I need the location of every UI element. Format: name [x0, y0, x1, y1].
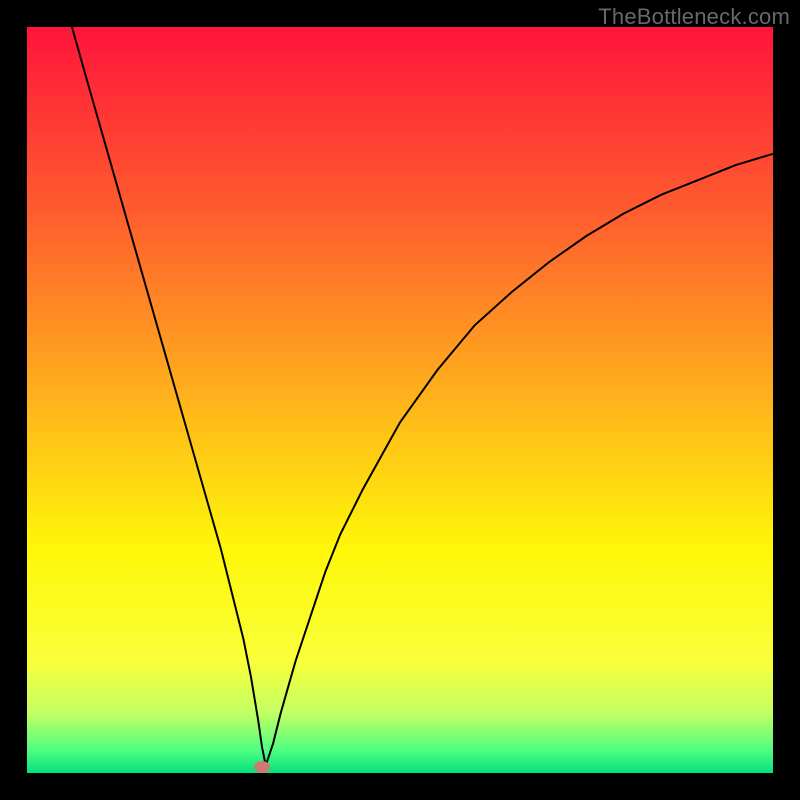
chart-frame	[27, 27, 773, 773]
bottleneck-chart	[27, 27, 773, 773]
watermark-text: TheBottleneck.com	[598, 4, 790, 30]
gradient-backdrop	[27, 27, 773, 773]
minimum-marker	[254, 761, 270, 773]
